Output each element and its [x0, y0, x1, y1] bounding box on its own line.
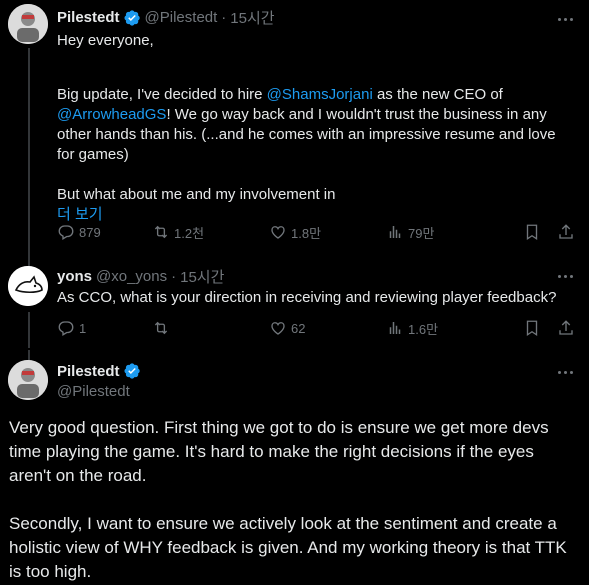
avatar[interactable] [8, 360, 48, 400]
post-time[interactable]: 15시간 [180, 266, 224, 287]
repost-button[interactable]: 1.2천 [152, 223, 269, 242]
repost-icon [154, 225, 168, 239]
author-handle[interactable]: @Pilestedt [57, 383, 130, 400]
verified-badge-icon [123, 362, 141, 380]
share-icon[interactable] [557, 223, 575, 241]
tweet-post-1[interactable]: Pilestedt @Pilestedt · 15시간 Hey everyone… [0, 0, 589, 254]
views-icon [389, 322, 401, 334]
mention-link[interactable]: @ArrowheadGS [57, 106, 166, 123]
views-button[interactable]: 1.6만 [386, 319, 503, 338]
avatar[interactable] [8, 4, 48, 44]
views-icon [389, 226, 401, 238]
tweet-text-main: Very good question. First thing we got t… [9, 418, 567, 581]
tweet-post-main: Pilestedt @Pilestedt Very good question.… [0, 350, 589, 585]
tweet-post-2[interactable]: yons @xo_yons · 15시간 As CCO, what is you… [0, 254, 589, 348]
tweet-text: As CCO, what is your direction in receiv… [57, 289, 557, 306]
mention-link[interactable]: @ShamsJorjani [267, 86, 373, 103]
more-options-icon[interactable] [555, 9, 575, 29]
more-options-icon[interactable] [555, 266, 575, 286]
reply-icon [58, 321, 74, 336]
author-name[interactable]: yons [57, 268, 92, 285]
author-handle[interactable]: @xo_yons [96, 268, 167, 285]
tweet-text: Hey everyone, Big update, I've decided t… [57, 31, 575, 225]
heart-icon [271, 322, 285, 335]
reply-button[interactable]: 1 [57, 319, 152, 337]
more-options-icon[interactable] [555, 362, 575, 382]
bookmark-icon[interactable] [523, 223, 541, 241]
repost-icon [154, 321, 168, 335]
share-icon[interactable] [557, 319, 575, 337]
author-name[interactable]: Pilestedt [57, 363, 120, 380]
author-handle[interactable]: @Pilestedt [145, 9, 218, 26]
reply-button[interactable]: 879 [57, 223, 152, 241]
views-button[interactable]: 79만 [386, 223, 503, 242]
author-name[interactable]: Pilestedt [57, 9, 120, 26]
post-time[interactable]: 15시간 [230, 7, 274, 28]
verified-badge-icon [123, 9, 141, 27]
bookmark-icon[interactable] [523, 319, 541, 337]
reply-icon [58, 225, 74, 240]
like-button[interactable]: 62 [269, 319, 386, 337]
repost-button[interactable] [152, 319, 269, 337]
heart-icon [271, 226, 285, 239]
avatar[interactable] [8, 266, 48, 306]
like-button[interactable]: 1.8만 [269, 223, 386, 242]
